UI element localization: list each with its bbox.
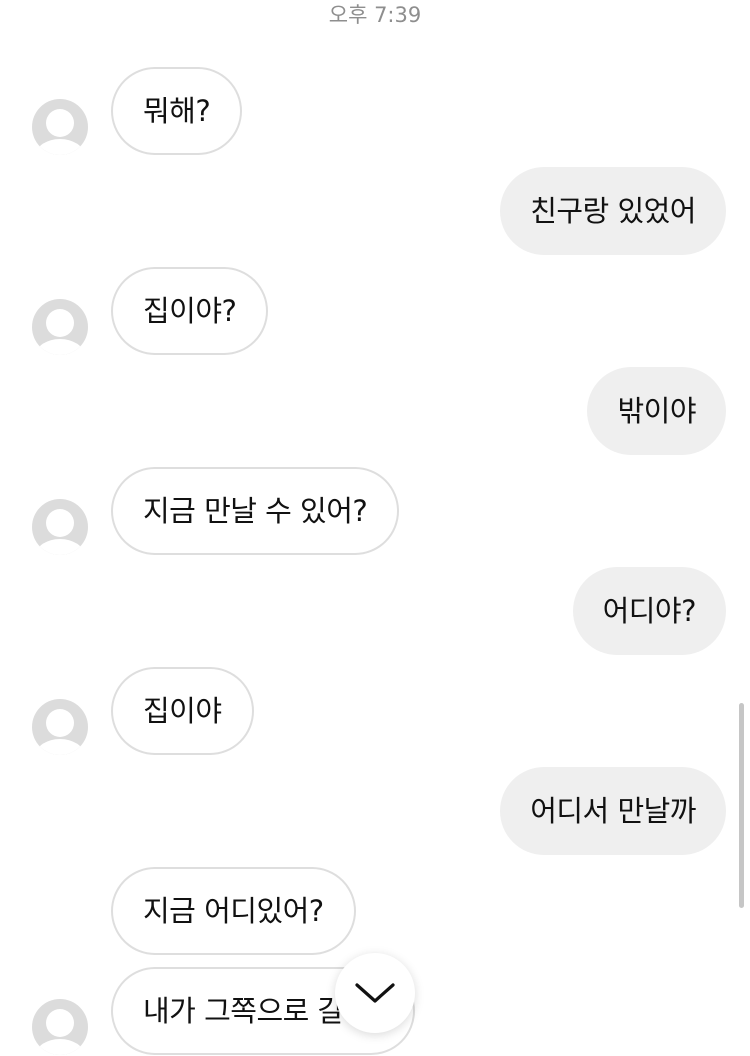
incoming-message-bubble[interactable]: 집이야? xyxy=(111,267,269,355)
scroll-to-bottom-button[interactable] xyxy=(335,953,415,1033)
incoming-message-bubble[interactable]: 지금 어디있어? xyxy=(111,867,356,955)
person-placeholder-icon xyxy=(36,109,84,155)
sender-avatar[interactable] xyxy=(32,99,88,155)
incoming-message-bubble[interactable]: 지금 만날 수 있어? xyxy=(111,467,400,555)
person-placeholder-icon xyxy=(36,509,84,555)
outgoing-message-bubble[interactable]: 밖이야 xyxy=(587,367,726,455)
outgoing-message-bubble[interactable]: 어디서 만날까 xyxy=(500,767,726,855)
chat-timestamp: 오후 7:39 xyxy=(328,3,422,27)
incoming-message-bubble[interactable]: 뭐해? xyxy=(111,67,243,155)
incoming-message-bubble[interactable]: 집이야 xyxy=(111,667,254,755)
sender-avatar[interactable] xyxy=(32,999,88,1055)
outgoing-message-bubble[interactable]: 친구랑 있었어 xyxy=(500,167,726,255)
scrollbar[interactable] xyxy=(739,703,744,908)
person-placeholder-icon xyxy=(36,709,84,755)
chevron-down-icon xyxy=(355,983,395,1003)
sender-avatar[interactable] xyxy=(32,699,88,755)
person-placeholder-icon xyxy=(36,309,84,355)
person-placeholder-icon xyxy=(36,1009,84,1055)
sender-avatar[interactable] xyxy=(32,299,88,355)
outgoing-message-bubble[interactable]: 어디야? xyxy=(572,567,726,655)
sender-avatar[interactable] xyxy=(32,499,88,555)
